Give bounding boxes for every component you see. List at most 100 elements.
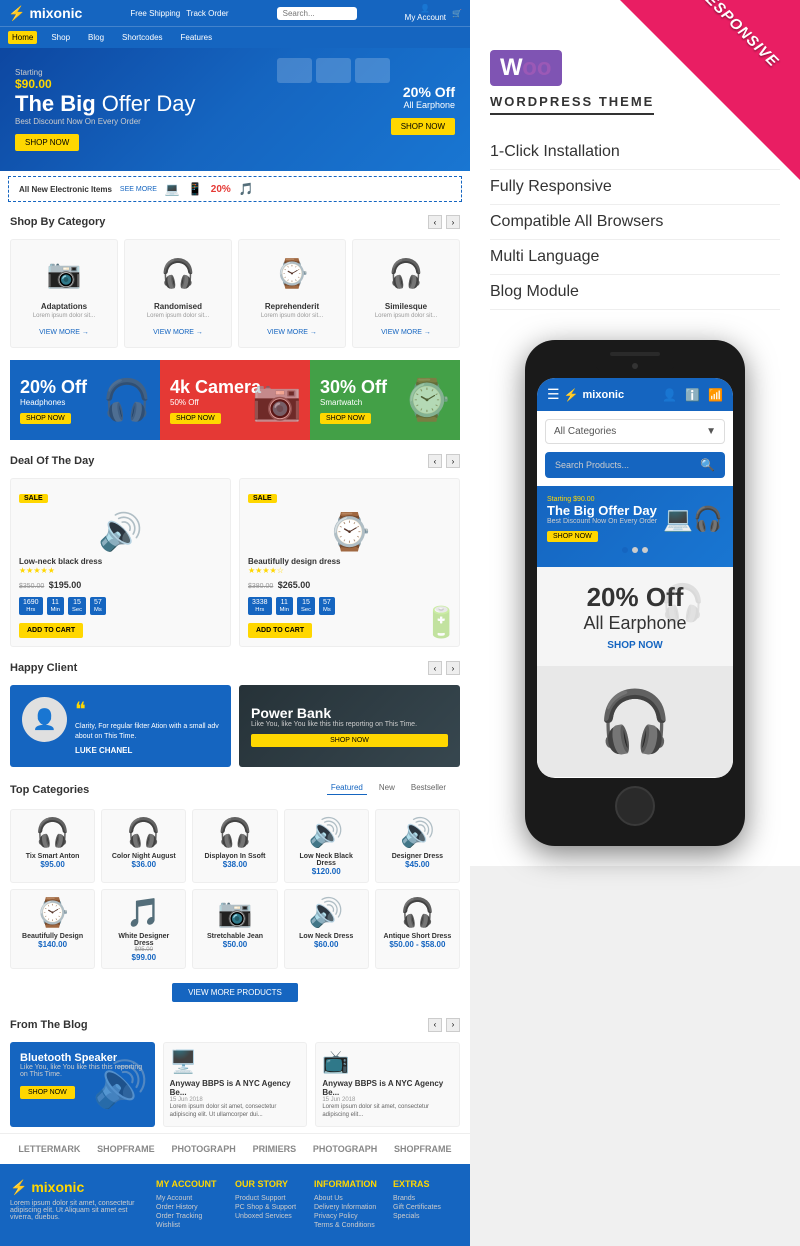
hero-cta-button[interactable]: SHOP NOW xyxy=(15,134,79,151)
product-9[interactable]: 🎧 Antique Short Dress $50.00 - $58.00 xyxy=(375,889,460,969)
cat-view-3[interactable]: VIEW MORE → xyxy=(381,329,431,336)
hero-section: Starting $90.00 The Big Offer Day Best D… xyxy=(0,48,470,171)
category-randomised[interactable]: 🎧 Randomised Lorem ipsum dolor sit... VI… xyxy=(124,239,232,348)
top-bar: ⚡ mixonic Free Shipping Track Order 👤 My… xyxy=(0,0,470,26)
footer-specials[interactable]: Specials xyxy=(393,1213,460,1220)
footer-pc-shop[interactable]: PC Shop & Support xyxy=(235,1204,302,1211)
phone-info-icon[interactable]: ℹ️ xyxy=(685,388,700,402)
product-price-3: $120.00 xyxy=(291,867,362,876)
phone-notch xyxy=(595,360,675,372)
cat-desc-3: Lorem ipsum dolor sit... xyxy=(359,313,453,319)
pb-btn[interactable]: SHOP NOW xyxy=(251,734,448,747)
phone-category-dropdown[interactable]: All Categories ▼ xyxy=(545,419,725,444)
my-account[interactable]: 👤 My Account xyxy=(405,4,446,22)
hero-shop-btn[interactable]: SHOP NOW xyxy=(391,118,455,135)
product-price-8: $60.00 xyxy=(291,940,362,949)
footer-brands[interactable]: Brands xyxy=(393,1195,460,1202)
nav-shortcodes[interactable]: Shortcodes xyxy=(118,31,166,44)
category-adaptations[interactable]: 📷 Adaptations Lorem ipsum dolor sit... V… xyxy=(10,239,118,348)
product-price-6: $99.00 xyxy=(108,953,179,962)
product-6[interactable]: 🎵 White Designer Dress $95.00 $99.00 xyxy=(101,889,186,969)
phone-search-icon[interactable]: 🔍 xyxy=(700,458,715,472)
deal-next[interactable]: › xyxy=(446,454,460,468)
blog-next[interactable]: › xyxy=(446,1018,460,1032)
happy-client-section: 👤 ❝ Clarity, For regular fikter Ation wi… xyxy=(0,679,470,773)
promo-btn-2[interactable]: SHOP NOW xyxy=(320,413,371,424)
footer-gift[interactable]: Gift Certificates xyxy=(393,1204,460,1211)
phone-starting: Starting $90.00 xyxy=(547,496,657,503)
nav-shop[interactable]: Shop xyxy=(47,31,74,44)
product-0[interactable]: 🎧 Tix Smart Anton $95.00 xyxy=(10,809,95,883)
brand-5: SHOPFRAME xyxy=(394,1144,452,1154)
category-controls: ‹ › xyxy=(428,215,460,229)
add-to-cart-0[interactable]: ADD TO CART xyxy=(19,623,83,638)
footer-my-account[interactable]: My Account xyxy=(156,1195,223,1202)
main-navigation: Home Shop Blog Shortcodes Features xyxy=(0,26,470,48)
client-next[interactable]: › xyxy=(446,661,460,675)
tab-new[interactable]: New xyxy=(375,781,399,795)
blog-post-1[interactable]: 📺 Anyway BBPS is A NYC Agency Be... 15 J… xyxy=(315,1042,460,1127)
cat-name-2: Reprehenderit xyxy=(245,302,339,311)
footer-terms[interactable]: Terms & Conditions xyxy=(314,1222,381,1229)
top-cat-tabs: Featured New Bestseller xyxy=(317,781,460,799)
category-similesque[interactable]: 🎧 Similesque Lorem ipsum dolor sit... VI… xyxy=(352,239,460,348)
footer-order-tracking[interactable]: Order Tracking xyxy=(156,1213,223,1220)
blog-featured-img: 🔊 xyxy=(93,1058,149,1111)
phone-search-bar[interactable]: Search Products... 🔍 xyxy=(545,452,725,478)
product-name-4: Designer Dress xyxy=(382,853,453,860)
product-8[interactable]: 🔊 Low Neck Dress $60.00 xyxy=(284,889,369,969)
add-to-cart-1[interactable]: ADD TO CART xyxy=(248,623,312,638)
footer-delivery[interactable]: Delivery Information xyxy=(314,1204,381,1211)
deal-badge-0: SALE xyxy=(19,494,48,503)
view-more-products[interactable]: VIEW MORE PRODUCTS xyxy=(172,983,298,1002)
cat-view-1[interactable]: VIEW MORE → xyxy=(153,329,203,336)
category-reprehenderit[interactable]: ⌚ Reprehenderit Lorem ipsum dolor sit...… xyxy=(238,239,346,348)
tab-bestseller[interactable]: Bestseller xyxy=(407,781,450,795)
product-4[interactable]: 🔊 Designer Dress $45.00 xyxy=(375,809,460,883)
next-btn[interactable]: › xyxy=(446,215,460,229)
product-5[interactable]: ⌚ Beautifully Design $140.00 xyxy=(10,889,95,969)
nav-home[interactable]: Home xyxy=(8,31,37,44)
blog-prev[interactable]: ‹ xyxy=(428,1018,442,1032)
footer-grid: ⚡ mixonic Lorem ipsum dolor sit amet, co… xyxy=(10,1179,460,1231)
product-7[interactable]: 📷 Stretchable Jean $50.00 xyxy=(192,889,277,969)
phone-nav: ☰ ⚡ mixonic 👤 ℹ️ 📶 xyxy=(537,378,733,411)
banner-see-more[interactable]: SEE MORE xyxy=(120,186,157,193)
footer-wishlist[interactable]: Wishlist xyxy=(156,1222,223,1229)
min-1: 11Min xyxy=(276,597,293,615)
phone-home-button[interactable] xyxy=(615,786,655,826)
deal-prev[interactable]: ‹ xyxy=(428,454,442,468)
footer-product-support[interactable]: Product Support xyxy=(235,1195,302,1202)
promo-btn-1[interactable]: SHOP NOW xyxy=(170,413,221,424)
promo-btn-0[interactable]: SHOP NOW xyxy=(20,413,71,424)
tab-featured[interactable]: Featured xyxy=(327,781,367,795)
footer-order-history[interactable]: Order History xyxy=(156,1204,223,1211)
search-input[interactable] xyxy=(277,7,357,20)
footer-privacy[interactable]: Privacy Policy xyxy=(314,1213,381,1220)
nav-features[interactable]: Features xyxy=(177,31,217,44)
footer-about-us[interactable]: About Us xyxy=(314,1195,381,1202)
cat-view-0[interactable]: VIEW MORE → xyxy=(39,329,89,336)
phone-promo-btn[interactable]: SHOP NOW xyxy=(547,640,723,651)
phone-signal-icon[interactable]: 📶 xyxy=(708,388,723,402)
hamburger-icon[interactable]: ☰ xyxy=(547,386,560,403)
phone-user-icon[interactable]: 👤 xyxy=(662,388,677,402)
blog-post-0[interactable]: 🖥️ Anyway BBPS is A NYC Agency Be... 15 … xyxy=(163,1042,308,1127)
phone-logo-text: mixonic xyxy=(583,389,625,401)
footer-unboxed[interactable]: Unboxed Services xyxy=(235,1213,302,1220)
prev-btn[interactable]: ‹ xyxy=(428,215,442,229)
cat-view-2[interactable]: VIEW MORE → xyxy=(267,329,317,336)
client-prev[interactable]: ‹ xyxy=(428,661,442,675)
phone-search-text: Search Products... xyxy=(555,460,629,470)
sec-0: 15Sec xyxy=(68,597,86,615)
phone-hero-btn[interactable]: SHOP NOW xyxy=(547,531,598,542)
product-price-9: $50.00 - $58.00 xyxy=(382,940,453,949)
product-3[interactable]: 🔊 Low Neck Black Dress $120.00 xyxy=(284,809,369,883)
product-img-7: 📷 xyxy=(199,896,270,929)
banner-product-2: 📱 xyxy=(188,182,203,196)
cart[interactable]: 🛒 xyxy=(452,9,462,18)
product-1[interactable]: 🎧 Color Night August $36.00 xyxy=(101,809,186,883)
product-2[interactable]: 🎧 Displayon In Ssoft $38.00 xyxy=(192,809,277,883)
nav-blog[interactable]: Blog xyxy=(84,31,108,44)
blog-feat-btn[interactable]: SHOP NOW xyxy=(20,1086,75,1099)
